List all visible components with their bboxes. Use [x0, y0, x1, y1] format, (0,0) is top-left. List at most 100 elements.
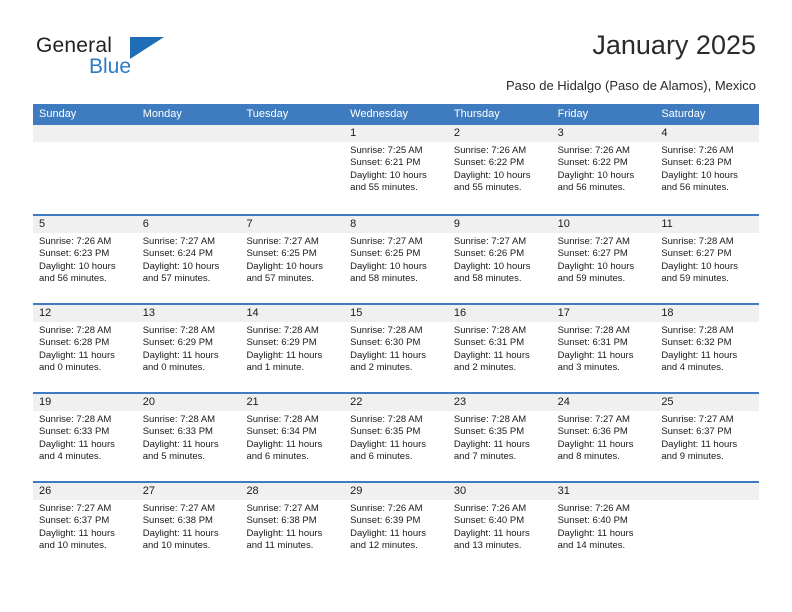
- daylight-duration-line1: Daylight: 11 hours: [39, 349, 115, 361]
- day-number: 27: [136, 483, 241, 500]
- daylight-duration-line2: and 55 minutes.: [453, 182, 522, 194]
- sunrise-time: Sunrise: 7:27 AM: [557, 236, 630, 247]
- day-sun-info: Sunrise: 7:26 AM Sunset: 6:22 PM Daylight:…: [448, 142, 552, 195]
- calendar-day-cell[interactable]: 13 Sunrise: 7:28 AM Sunset: 6:29 PM Dayligh…: [136, 305, 241, 392]
- calendar-day-cell[interactable]: 25 Sunrise: 7:27 AM Sunset: 6:37 PM Dayligh…: [655, 394, 760, 481]
- day-sun-info: Sunrise: 7:28 AM Sunset: 6:27 PM Daylight:…: [655, 233, 759, 286]
- day-sun-info: Sunrise: 7:27 AM Sunset: 6:26 PM Daylight:…: [448, 233, 552, 286]
- calendar-day-cell[interactable]: 26 Sunrise: 7:27 AM Sunset: 6:37 PM Dayligh…: [33, 483, 137, 570]
- calendar-week-row: 1 Sunrise: 7:25 AM Sunset: 6:21 PM Daylight…: [33, 125, 760, 214]
- day-sun-info: Sunrise: 7:27 AM Sunset: 6:25 PM Daylight:…: [240, 233, 344, 286]
- calendar-day-cell[interactable]: 24 Sunrise: 7:27 AM Sunset: 6:36 PM Dayligh…: [551, 394, 656, 481]
- calendar-day-cell[interactable]: 17 Sunrise: 7:28 AM Sunset: 6:31 PM Dayligh…: [551, 305, 656, 392]
- calendar-day-cell[interactable]: 6 Sunrise: 7:27 AM Sunset: 6:24 PM Daylight…: [136, 216, 241, 303]
- sunrise-time: Sunrise: 7:28 AM: [246, 325, 319, 336]
- calendar-day-cell[interactable]: 5 Sunrise: 7:26 AM Sunset: 6:23 PM Daylight…: [33, 216, 137, 303]
- sunrise-time: Sunrise: 7:28 AM: [453, 414, 527, 425]
- daylight-duration-line2: and 12 minutes.: [350, 540, 418, 552]
- sunrise-time: Sunrise: 7:25 AM: [350, 145, 423, 156]
- calendar-day-cell[interactable]: 23 Sunrise: 7:28 AM Sunset: 6:35 PM Dayligh…: [447, 394, 552, 481]
- daylight-duration-line2: and 2 minutes.: [453, 362, 517, 374]
- day-number: 29: [344, 483, 448, 500]
- sunset-time: Sunset: 6:25 PM: [350, 248, 421, 260]
- daylight-duration-line1: Daylight: 11 hours: [557, 349, 634, 361]
- sunset-time: Sunset: 6:37 PM: [661, 426, 732, 438]
- day-number: 7: [240, 216, 345, 233]
- day-number: 20: [136, 394, 241, 411]
- day-sun-info: Sunrise: 7:28 AM Sunset: 6:31 PM Daylight:…: [448, 322, 552, 375]
- day-sun-info: Sunrise: 7:28 AM Sunset: 6:31 PM Daylight:…: [552, 322, 656, 375]
- daylight-duration-line1: Daylight: 10 hours: [39, 260, 116, 272]
- sunset-time: Sunset: 6:32 PM: [661, 337, 732, 349]
- daylight-duration-line1: Daylight: 11 hours: [350, 349, 427, 361]
- sunset-time: Sunset: 6:30 PM: [350, 337, 421, 349]
- day-sun-info: Sunrise: 7:28 AM Sunset: 6:29 PM Daylight:…: [137, 322, 241, 375]
- day-number: 12: [33, 305, 137, 322]
- day-number: 18: [655, 305, 760, 322]
- calendar-day-cell[interactable]: 21 Sunrise: 7:28 AM Sunset: 6:34 PM Dayligh…: [240, 394, 345, 481]
- calendar-day-cell[interactable]: 15 Sunrise: 7:28 AM Sunset: 6:30 PM Dayligh…: [344, 305, 448, 392]
- calendar-day-cell[interactable]: 8 Sunrise: 7:27 AM Sunset: 6:25 PM Daylight…: [344, 216, 448, 303]
- daylight-duration-line2: and 56 minutes.: [557, 182, 626, 194]
- calendar-day-cell[interactable]: 11 Sunrise: 7:28 AM Sunset: 6:27 PM Dayligh…: [655, 216, 760, 303]
- day-number: 1: [344, 125, 448, 142]
- sunrise-time: Sunrise: 7:27 AM: [246, 503, 319, 514]
- calendar-day-cell[interactable]: 7 Sunrise: 7:27 AM Sunset: 6:25 PM Daylight…: [240, 216, 345, 303]
- daylight-duration-line1: Daylight: 11 hours: [557, 438, 634, 450]
- daylight-duration-line2: and 9 minutes.: [661, 451, 724, 463]
- daylight-duration-line1: Daylight: 10 hours: [557, 169, 635, 181]
- calendar-day-cell[interactable]: 12 Sunrise: 7:28 AM Sunset: 6:28 PM Dayligh…: [33, 305, 137, 392]
- daylight-duration-line2: and 1 minute.: [246, 362, 305, 374]
- daylight-duration-line1: Daylight: 10 hours: [142, 260, 220, 272]
- sunset-time: Sunset: 6:22 PM: [453, 157, 525, 169]
- calendar-day-cell[interactable]: 10 Sunrise: 7:27 AM Sunset: 6:27 PM Dayligh…: [551, 216, 656, 303]
- calendar-day-cell[interactable]: 29 Sunrise: 7:26 AM Sunset: 6:39 PM Dayligh…: [344, 483, 448, 570]
- weekday-header-tuesday: Tuesday: [246, 108, 289, 120]
- daylight-duration-line2: and 56 minutes.: [661, 182, 729, 194]
- calendar-day-cell[interactable]: 20 Sunrise: 7:28 AM Sunset: 6:33 PM Dayligh…: [136, 394, 241, 481]
- sunrise-time: Sunrise: 7:28 AM: [350, 325, 423, 336]
- day-sun-info: Sunrise: 7:26 AM Sunset: 6:39 PM Daylight:…: [344, 500, 448, 553]
- daylight-duration-line1: Daylight: 10 hours: [557, 260, 635, 272]
- calendar-day-cell[interactable]: 27 Sunrise: 7:27 AM Sunset: 6:38 PM Dayligh…: [136, 483, 241, 570]
- day-sun-info: Sunrise: 7:27 AM Sunset: 6:25 PM Daylight:…: [344, 233, 448, 286]
- calendar-day-cell[interactable]: 16 Sunrise: 7:28 AM Sunset: 6:31 PM Dayligh…: [447, 305, 552, 392]
- sunrise-time: Sunrise: 7:26 AM: [453, 503, 527, 514]
- daylight-duration-line2: and 2 minutes.: [350, 362, 413, 374]
- sunrise-time: Sunrise: 7:28 AM: [246, 414, 319, 425]
- day-sun-info: Sunrise: 7:28 AM Sunset: 6:33 PM Daylight:…: [137, 411, 241, 464]
- day-number: 13: [136, 305, 241, 322]
- daylight-duration-line1: Daylight: 10 hours: [453, 169, 531, 181]
- calendar-day-cell[interactable]: 14 Sunrise: 7:28 AM Sunset: 6:29 PM Dayligh…: [240, 305, 345, 392]
- daylight-duration-line2: and 55 minutes.: [350, 182, 418, 194]
- calendar-day-cell[interactable]: 9 Sunrise: 7:27 AM Sunset: 6:26 PM Daylight…: [447, 216, 552, 303]
- day-sun-info: Sunrise: 7:25 AM Sunset: 6:21 PM Daylight:…: [344, 142, 448, 195]
- calendar-week-row: 5 Sunrise: 7:26 AM Sunset: 6:23 PM Daylight…: [33, 214, 760, 303]
- day-sun-info: Sunrise: 7:26 AM Sunset: 6:23 PM Daylight:…: [655, 142, 759, 195]
- day-sun-info: Sunrise: 7:28 AM Sunset: 6:28 PM Daylight:…: [33, 322, 137, 375]
- calendar-day-cell[interactable]: 2 Sunrise: 7:26 AM Sunset: 6:22 PM Daylight…: [447, 125, 552, 214]
- calendar-day-cell[interactable]: 30 Sunrise: 7:26 AM Sunset: 6:40 PM Dayligh…: [447, 483, 552, 570]
- calendar-day-cell[interactable]: 19 Sunrise: 7:28 AM Sunset: 6:33 PM Dayligh…: [33, 394, 137, 481]
- sunrise-time: Sunrise: 7:28 AM: [557, 325, 630, 336]
- sunset-time: Sunset: 6:26 PM: [453, 248, 525, 260]
- day-sun-info: Sunrise: 7:27 AM Sunset: 6:38 PM Daylight:…: [240, 500, 344, 553]
- sunset-time: Sunset: 6:38 PM: [142, 515, 213, 527]
- sunset-time: Sunset: 6:39 PM: [350, 515, 421, 527]
- brand-logo[interactable]: General Blue: [36, 34, 216, 82]
- calendar-weeks: 1 Sunrise: 7:25 AM Sunset: 6:21 PM Daylight…: [33, 125, 760, 570]
- calendar-day-cell[interactable]: 22 Sunrise: 7:28 AM Sunset: 6:35 PM Dayligh…: [344, 394, 448, 481]
- day-number: 16: [447, 305, 552, 322]
- daylight-duration-line1: Daylight: 11 hours: [350, 527, 427, 539]
- sunrise-time: Sunrise: 7:28 AM: [142, 325, 216, 336]
- calendar-day-cell[interactable]: 1 Sunrise: 7:25 AM Sunset: 6:21 PM Daylight…: [344, 125, 448, 214]
- calendar-day-cell[interactable]: 31 Sunrise: 7:26 AM Sunset: 6:40 PM Dayligh…: [551, 483, 656, 570]
- day-sun-info: Sunrise: 7:28 AM Sunset: 6:34 PM Daylight:…: [240, 411, 344, 464]
- calendar-day-cell[interactable]: 28 Sunrise: 7:27 AM Sunset: 6:38 PM Dayligh…: [240, 483, 345, 570]
- calendar-day-cell[interactable]: 18 Sunrise: 7:28 AM Sunset: 6:32 PM Dayligh…: [655, 305, 760, 392]
- calendar-day-cell[interactable]: 4 Sunrise: 7:26 AM Sunset: 6:23 PM Daylight…: [655, 125, 760, 214]
- daylight-duration-line1: Daylight: 11 hours: [453, 527, 530, 539]
- daylight-duration-line2: and 10 minutes.: [142, 540, 211, 552]
- calendar-day-cell[interactable]: 3 Sunrise: 7:26 AM Sunset: 6:22 PM Daylight…: [551, 125, 656, 214]
- page-subtitle: Paso de Hidalgo (Paso de Alamos), Mexico: [505, 78, 756, 93]
